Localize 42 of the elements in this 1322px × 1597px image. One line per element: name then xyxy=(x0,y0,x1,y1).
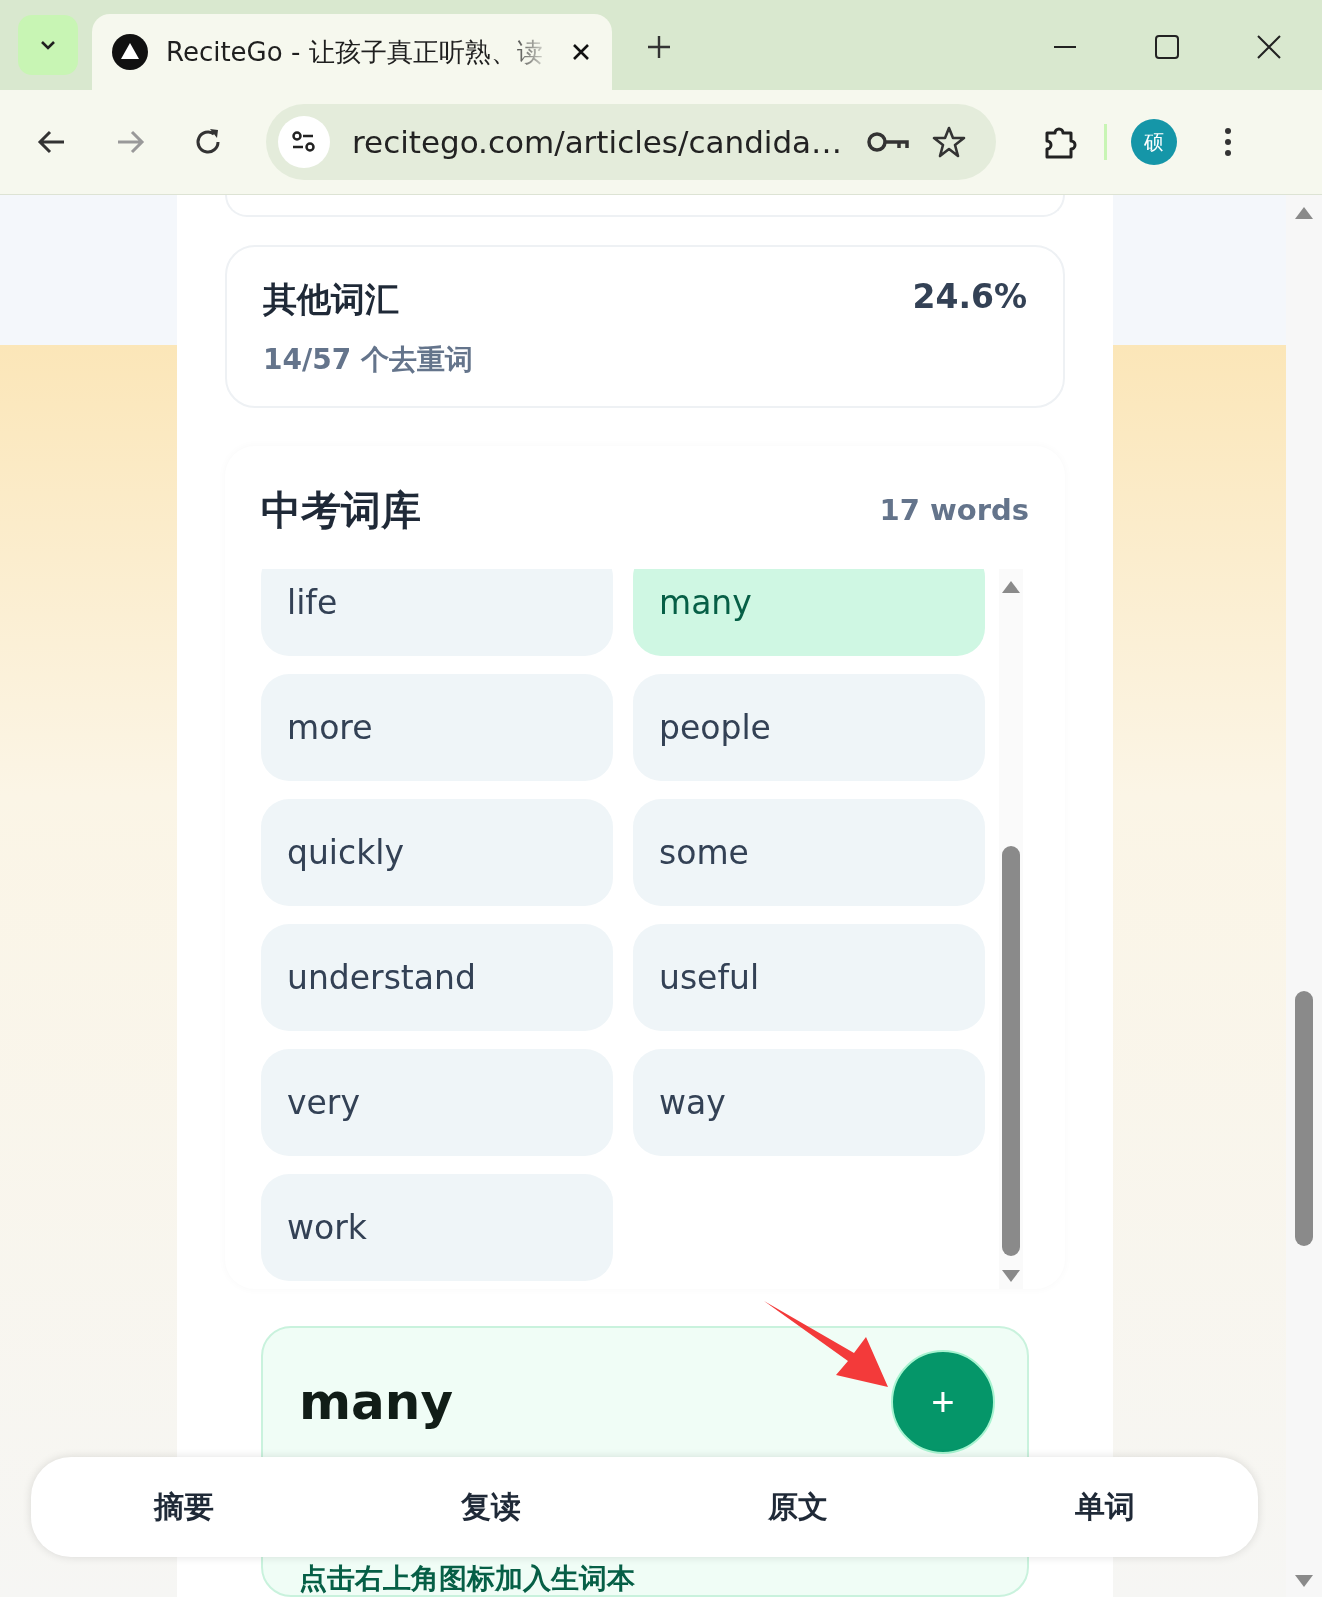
page-scrollbar[interactable] xyxy=(1286,195,1322,1597)
close-window-icon[interactable] xyxy=(1256,34,1282,60)
new-tab-icon[interactable] xyxy=(646,34,672,60)
word-chip[interactable]: very xyxy=(261,1049,613,1157)
nav-tab[interactable]: 单词 xyxy=(1068,1485,1141,1529)
word-chip[interactable]: work xyxy=(261,1174,613,1282)
word-chip[interactable]: more xyxy=(261,674,613,782)
scrollbar-thumb[interactable] xyxy=(1002,846,1020,1257)
scrollbar-thumb[interactable] xyxy=(1295,991,1313,1246)
nav-tab[interactable]: 复读 xyxy=(455,1485,528,1529)
word-bank-title: 中考词库 xyxy=(261,485,421,535)
word-chip[interactable]: useful xyxy=(633,924,985,1032)
key-icon[interactable] xyxy=(866,129,910,155)
more-menu-icon[interactable] xyxy=(1223,127,1233,157)
site-settings-icon[interactable] xyxy=(278,116,330,168)
hint-text: 点击右上角图标加入生词本 xyxy=(299,1564,636,1595)
word-chip[interactable]: many xyxy=(633,569,985,657)
stats-title: 其他词汇 xyxy=(263,278,400,322)
maximize-icon[interactable] xyxy=(1154,34,1180,60)
tab-title: ReciteGo - 让孩子真正听熟、读 xyxy=(166,35,544,69)
address-bar[interactable]: recitego.com/articles/candida… xyxy=(266,104,996,180)
word-chip[interactable]: understand xyxy=(261,924,613,1032)
word-count: 17 words xyxy=(879,493,1029,528)
stats-percent: 24.6% xyxy=(912,277,1027,319)
nav-tab[interactable]: 摘要 xyxy=(148,1485,221,1529)
word-chip[interactable]: way xyxy=(633,1049,985,1157)
stats-subtitle: 14/57 个去重词 xyxy=(263,342,473,379)
word-chip[interactable]: quickly xyxy=(261,799,613,907)
detail-word: many xyxy=(299,1373,454,1432)
profile-avatar[interactable]: 硕 xyxy=(1131,119,1177,165)
word-chip[interactable]: life xyxy=(261,569,613,657)
browser-tab[interactable]: ReciteGo - 让孩子真正听熟、读 xyxy=(92,14,612,90)
word-chip[interactable]: some xyxy=(633,799,985,907)
scrollbar[interactable] xyxy=(999,569,1023,1290)
scroll-up-icon[interactable] xyxy=(1293,205,1315,221)
nav-tab[interactable]: 原文 xyxy=(761,1485,834,1529)
add-word-button[interactable]: + xyxy=(891,1350,995,1455)
word-chip[interactable]: people xyxy=(633,674,985,782)
scroll-up-icon[interactable] xyxy=(1000,579,1022,596)
scroll-down-icon[interactable] xyxy=(1293,1573,1315,1589)
star-icon[interactable] xyxy=(932,125,966,159)
triangle-logo-icon xyxy=(112,34,148,70)
